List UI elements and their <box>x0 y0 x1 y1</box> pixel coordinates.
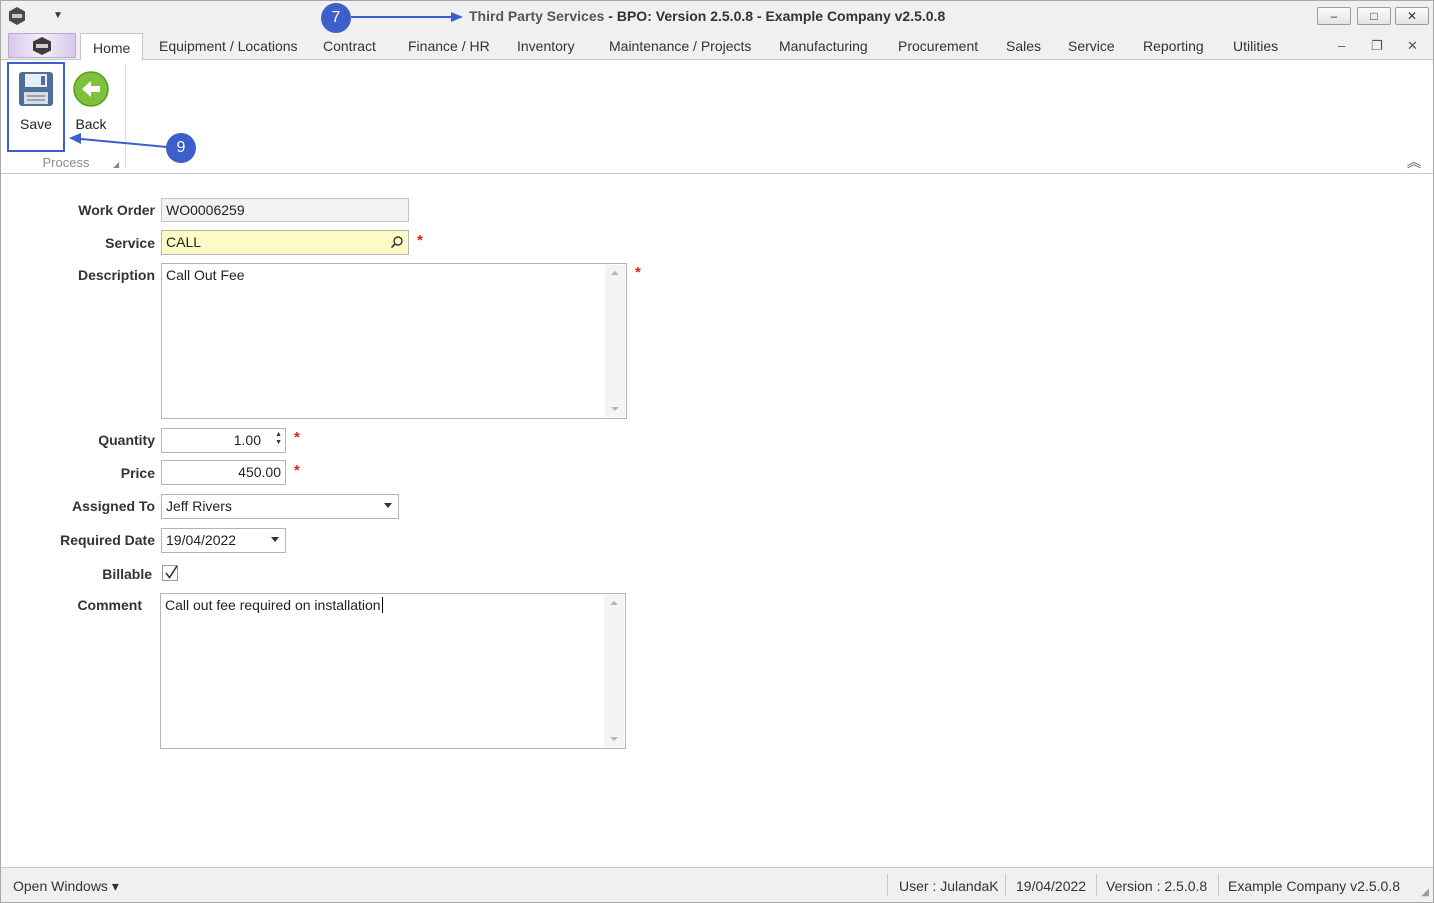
resize-grip-icon[interactable]: ◢ <box>1421 887 1429 898</box>
mdi-close-button[interactable]: ✕ <box>1407 38 1418 54</box>
ribbon-group-separator <box>125 64 126 168</box>
tab-service[interactable]: Service <box>1068 38 1115 54</box>
status-separator <box>1096 874 1097 896</box>
description-textarea[interactable]: Call Out Fee <box>161 263 627 419</box>
tab-reporting[interactable]: Reporting <box>1143 38 1204 54</box>
comment-textarea[interactable]: Call out fee required on installation <box>160 593 626 749</box>
annotation-callout-9: 9 <box>166 133 196 163</box>
description-label: Description <box>77 267 155 283</box>
price-required-mark: * <box>294 462 300 479</box>
tab-utilities[interactable]: Utilities <box>1233 38 1278 54</box>
ribbon-collapse-icon[interactable]: ︽ <box>1407 152 1421 172</box>
assigned-to-label: Assigned To <box>72 498 155 514</box>
tab-contract[interactable]: Contract <box>323 38 376 54</box>
assigned-to-value: Jeff Rivers <box>166 498 232 514</box>
close-button[interactable]: ✕ <box>1395 7 1429 25</box>
status-version: Version : 2.5.0.8 <box>1106 878 1208 894</box>
tab-home[interactable]: Home <box>80 33 144 61</box>
billable-checkbox[interactable] <box>162 565 178 581</box>
price-field[interactable]: 450.00 <box>161 460 286 485</box>
status-bar: Open Windows ▾ User : JulandaK 19/04/202… <box>1 867 1433 902</box>
description-scrollbar[interactable] <box>605 265 625 417</box>
tab-finance-hr[interactable]: Finance / HR <box>408 38 490 54</box>
window-title: Third Party Services - BPO: Version 2.5.… <box>469 8 946 24</box>
billable-label: Billable <box>102 566 152 582</box>
tab-manufacturing[interactable]: Manufacturing <box>779 38 868 54</box>
minimize-button[interactable]: – <box>1317 7 1351 25</box>
title-app: BPO: Version 2.5.0.8 - Example Company v… <box>616 8 946 24</box>
mdi-minimize-button[interactable]: – <box>1338 38 1345 53</box>
status-user: User : JulandaK <box>899 878 999 894</box>
tab-inventory[interactable]: Inventory <box>517 38 575 54</box>
title-bar: ▼ Third Party Services - BPO: Version 2.… <box>1 1 1433 32</box>
annotation-callout-7: 7 <box>321 3 351 33</box>
service-required-mark: * <box>417 232 423 249</box>
required-date-picker[interactable]: 19/04/2022 <box>161 528 286 553</box>
quantity-stepper[interactable]: 1.00 ▲ ▼ <box>161 428 286 453</box>
work-order-field: WO0006259 <box>161 198 409 222</box>
status-company: Example Company v2.5.0.8 <box>1228 878 1400 894</box>
save-annotation-highlight <box>7 62 65 152</box>
required-date-value: 19/04/2022 <box>166 532 237 548</box>
back-arrow-icon <box>73 71 109 107</box>
quantity-spin-icon[interactable]: ▲ ▼ <box>272 431 282 447</box>
third-party-service-form: Work Order WO0006259 Service CALL * Desc… <box>5 175 1431 867</box>
maximize-button[interactable]: □ <box>1357 7 1391 25</box>
comment-label: Comment <box>77 597 142 613</box>
tab-sales[interactable]: Sales <box>1006 38 1041 54</box>
service-field[interactable]: CALL <box>161 230 409 255</box>
quick-access-dropdown-icon[interactable]: ▼ <box>51 9 65 23</box>
app-logo-icon[interactable] <box>7 6 27 26</box>
assigned-to-select[interactable]: Jeff Rivers <box>161 494 399 519</box>
application-menu-button[interactable] <box>8 33 76 58</box>
application-window: ▼ Third Party Services - BPO: Version 2.… <box>0 0 1434 903</box>
status-separator <box>887 874 888 896</box>
ribbon-panel: Save Back Process ◢ ︽ <box>1 60 1433 174</box>
required-date-label: Required Date <box>60 532 155 548</box>
work-order-label: Work Order <box>78 202 155 218</box>
group-dialog-launcher-icon[interactable]: ◢ <box>113 160 119 169</box>
search-icon[interactable] <box>390 235 404 249</box>
calendar-dropdown-icon[interactable] <box>271 537 279 542</box>
status-separator <box>1005 874 1006 896</box>
quantity-label: Quantity <box>98 432 155 448</box>
price-label: Price <box>120 465 155 481</box>
app-menu-logo-icon <box>33 37 51 55</box>
back-button[interactable]: Back <box>63 64 119 150</box>
tab-procurement[interactable]: Procurement <box>898 38 978 54</box>
description-required-mark: * <box>635 264 641 281</box>
open-windows-dropdown[interactable]: Open Windows ▾ <box>13 878 119 895</box>
comment-value: Call out fee required on installation <box>165 597 383 613</box>
tab-equipment-locations[interactable]: Equipment / Locations <box>159 38 298 54</box>
ribbon-group-label: Process <box>42 155 90 170</box>
mdi-restore-button[interactable]: ❐ <box>1371 38 1383 54</box>
ribbon-tab-row: Home Equipment / Locations Contract Fina… <box>1 32 1433 61</box>
checkmark-icon <box>165 565 178 579</box>
service-value: CALL <box>166 234 202 250</box>
chevron-down-icon <box>384 503 392 508</box>
quantity-value: 1.00 <box>233 432 261 448</box>
status-separator <box>1218 874 1219 896</box>
description-value: Call Out Fee <box>166 267 245 283</box>
title-document: Third Party Services <box>469 8 605 24</box>
tab-maintenance-projects[interactable]: Maintenance / Projects <box>609 38 751 54</box>
status-date: 19/04/2022 <box>1016 878 1087 894</box>
comment-scrollbar[interactable] <box>604 595 624 747</box>
service-label: Service <box>105 235 155 251</box>
quantity-required-mark: * <box>294 429 300 446</box>
back-button-label: Back <box>75 116 107 132</box>
